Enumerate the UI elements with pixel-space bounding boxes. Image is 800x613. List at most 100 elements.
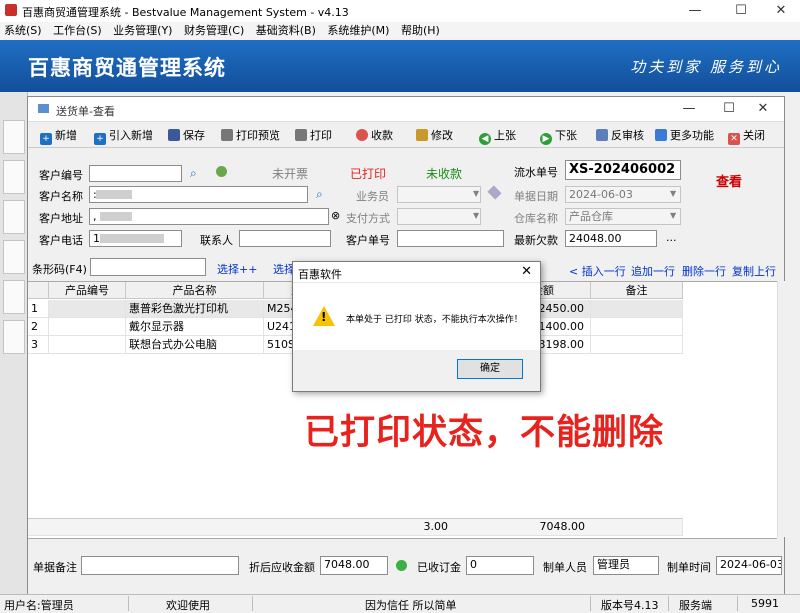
- deposit-status-icon: [396, 560, 407, 571]
- left-nav-item[interactable]: [3, 320, 25, 354]
- search-name-icon[interactable]: ⌕: [316, 187, 323, 202]
- doc-icon: [38, 104, 49, 113]
- grid-icon: [655, 129, 667, 141]
- redacted-address-block: [100, 212, 132, 221]
- copy-row-link[interactable]: 复制上行: [732, 263, 776, 279]
- arrow-right-icon: ▶: [540, 133, 552, 145]
- menu-business[interactable]: 业务管理(Y): [109, 22, 176, 40]
- grid-header-name[interactable]: 产品名称: [126, 282, 264, 299]
- barcode-input[interactable]: [90, 258, 206, 276]
- plus-icon: +: [40, 133, 52, 145]
- customer-code-input[interactable]: [89, 165, 182, 182]
- warehouse-dropdown-arrow[interactable]: ▼: [670, 211, 676, 220]
- table-cell-code[interactable]: [49, 318, 126, 336]
- warehouse-select[interactable]: 产品仓库: [565, 208, 681, 225]
- outer-minimize-button[interactable]: —: [674, 0, 716, 22]
- left-nav-item[interactable]: [3, 280, 25, 314]
- menu-system[interactable]: 系统(S): [0, 22, 46, 40]
- date-dropdown-arrow[interactable]: ▼: [670, 189, 676, 198]
- more-functions-button[interactable]: 更多功能: [655, 127, 714, 143]
- left-nav-item[interactable]: [3, 120, 25, 154]
- table-cell-name[interactable]: 戴尔显示器: [126, 318, 264, 336]
- close-button[interactable]: ✕ 关闭: [728, 127, 765, 145]
- collect-status: 未收款: [426, 167, 463, 181]
- date-input[interactable]: 2024-06-03: [565, 186, 681, 203]
- grid-header-remark[interactable]: 备注: [591, 282, 683, 299]
- banner-app-name: 百惠商贸通管理系统: [28, 56, 226, 80]
- pay-method-label: 支付方式: [346, 212, 390, 225]
- save-button[interactable]: 保存: [168, 127, 205, 143]
- menu-help[interactable]: 帮助(H): [397, 22, 444, 40]
- time-label: 制单时间: [667, 561, 711, 574]
- unaudit-icon: [596, 129, 608, 141]
- insert-row-link[interactable]: < 插入一行: [569, 263, 626, 279]
- print-preview-button[interactable]: 打印预览: [221, 127, 280, 143]
- total-qty: 3.00: [423, 520, 449, 533]
- ok-button[interactable]: 确定: [457, 359, 523, 379]
- salesman-dropdown-arrow[interactable]: ▼: [473, 189, 479, 198]
- customer-code-label: 客户编号: [39, 169, 83, 182]
- redacted-name-block: [96, 190, 132, 199]
- inner-close-button[interactable]: ✕: [742, 98, 784, 120]
- menu-finance[interactable]: 财务管理(C): [180, 22, 248, 40]
- print-status: 已打印: [350, 167, 387, 181]
- barcode-label: 条形码(F4): [32, 263, 87, 276]
- next-button[interactable]: ▶ 下张: [540, 127, 577, 145]
- remark-input[interactable]: [81, 556, 239, 575]
- modify-button[interactable]: 修改: [416, 127, 453, 143]
- outer-close-button[interactable]: ✕: [760, 0, 800, 22]
- new-button[interactable]: + 新增: [40, 127, 77, 145]
- table-cell-remark[interactable]: [591, 300, 683, 318]
- select-plus-link[interactable]: 选择++: [217, 261, 257, 277]
- printer-preview-icon: [221, 129, 233, 141]
- table-row-no: 2: [28, 318, 49, 336]
- prev-button[interactable]: ◀ 上张: [479, 127, 516, 145]
- unaudit-button[interactable]: 反审核: [596, 127, 644, 143]
- outer-window-title: 百惠商贸通管理系统 - Bestvalue Management System …: [22, 6, 349, 19]
- table-cell-remark[interactable]: [591, 336, 683, 354]
- print-button[interactable]: 打印: [295, 127, 332, 143]
- globe-icon[interactable]: [216, 166, 227, 177]
- append-row-link[interactable]: 追加一行: [631, 263, 675, 279]
- invoice-status: 未开票: [272, 167, 309, 181]
- import-new-button[interactable]: + 引入新增: [94, 127, 153, 145]
- left-nav-item[interactable]: [3, 240, 25, 274]
- pay-dropdown-arrow[interactable]: ▼: [473, 211, 479, 220]
- customer-name-label: 客户名称: [39, 190, 83, 203]
- left-nav-item[interactable]: [3, 200, 25, 234]
- grid-header-code[interactable]: 产品编号: [49, 282, 126, 299]
- printer-icon: [295, 129, 307, 141]
- collect-button[interactable]: 收款: [356, 127, 393, 143]
- deposit-label: 已收订金: [417, 561, 461, 574]
- table-cell-remark[interactable]: [591, 318, 683, 336]
- view-mode-label: 查看: [716, 175, 743, 190]
- address-expand-icon[interactable]: ⊗: [331, 209, 340, 222]
- menu-workbench[interactable]: 工作台(S): [49, 22, 106, 40]
- delete-row-link[interactable]: 删除一行: [682, 263, 726, 279]
- arrow-left-icon: ◀: [479, 133, 491, 145]
- outer-maximize-button[interactable]: ☐: [720, 0, 762, 22]
- table-cell-name[interactable]: 联想台式办公电脑: [126, 336, 264, 354]
- salesman-select[interactable]: [397, 186, 481, 203]
- table-cell-code[interactable]: [49, 300, 126, 318]
- menu-basic-data[interactable]: 基础资料(B): [252, 22, 320, 40]
- left-nav-item[interactable]: [3, 160, 25, 194]
- app-logo-icon: [5, 4, 17, 16]
- status-separator: [128, 596, 129, 611]
- menu-maintenance[interactable]: 系统维护(M): [323, 22, 393, 40]
- grid-vertical-scrollbar[interactable]: [777, 281, 785, 537]
- pay-method-select[interactable]: [397, 208, 481, 225]
- serial-input[interactable]: XS-202406002: [565, 160, 681, 180]
- table-cell-code[interactable]: [49, 336, 126, 354]
- cust-order-input[interactable]: [397, 230, 504, 247]
- debt-more-button[interactable]: ...: [666, 231, 677, 244]
- eraser-icon[interactable]: [487, 185, 502, 200]
- table-cell-name[interactable]: 惠普彩色激光打印机: [126, 300, 264, 318]
- footer-fields: 单据备注 折后应收金额 7048.00 已收订金 0 制单人员 管理员 制单时间…: [28, 549, 784, 595]
- search-customer-icon[interactable]: ⌕: [190, 166, 197, 181]
- dialog-close-button[interactable]: ✕: [521, 264, 532, 279]
- inner-minimize-button[interactable]: —: [668, 98, 710, 120]
- inner-titlebar: 送货单-查看 — ☐ ✕: [28, 97, 784, 122]
- contact-input[interactable]: [239, 230, 331, 247]
- dialog-title: 百惠软件: [298, 268, 342, 281]
